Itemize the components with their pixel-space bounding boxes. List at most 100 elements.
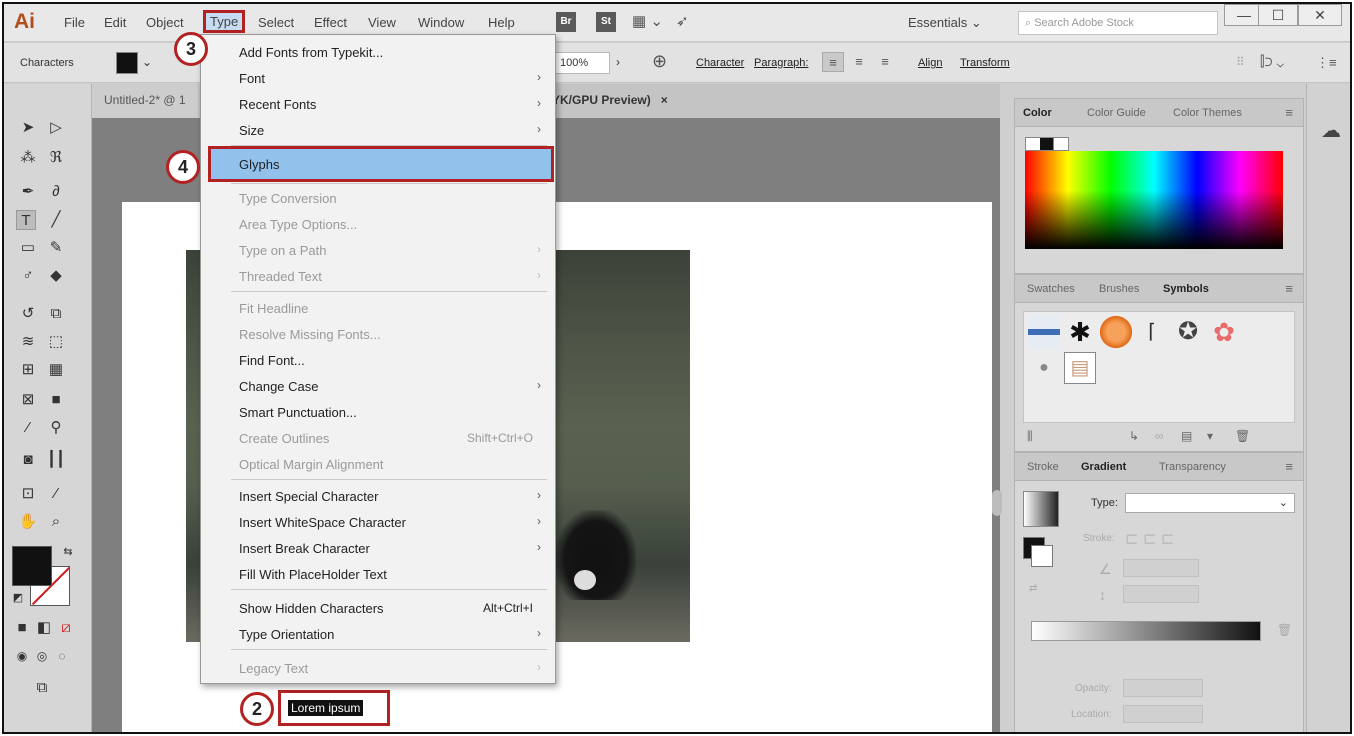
perspective-grid-tool-icon[interactable]: ▦ bbox=[46, 360, 66, 380]
symbol-wreath[interactable]: ✪ bbox=[1172, 316, 1204, 348]
selection-tool-icon[interactable]: ➤ bbox=[18, 118, 38, 138]
delete-symbol-icon[interactable]: 🗑 bbox=[1235, 429, 1250, 443]
menu-edit[interactable]: Edit bbox=[104, 15, 126, 30]
rectangle-tool-icon[interactable]: ▭ bbox=[18, 238, 38, 258]
character-link[interactable]: Character bbox=[696, 57, 744, 69]
type-tool-icon[interactable]: T bbox=[16, 210, 36, 230]
break-link-icon[interactable]: ∞ bbox=[1155, 429, 1164, 443]
menu-item-size[interactable]: Size › bbox=[201, 117, 555, 143]
menu-help[interactable]: Help bbox=[488, 15, 515, 30]
default-fill-stroke-icon[interactable]: ◩ bbox=[8, 588, 28, 608]
symbol-orange-button[interactable] bbox=[1100, 316, 1132, 348]
document-tab-active[interactable]: YK/GPU Preview) × bbox=[552, 84, 668, 118]
maximize-button[interactable]: ☐ bbox=[1258, 4, 1298, 26]
menu-item-show-hidden-characters[interactable]: Show Hidden Characters Alt+Ctrl+I bbox=[201, 595, 555, 621]
slice-tool-icon[interactable]: ⁄ bbox=[46, 484, 66, 504]
color-panel-menu-icon[interactable]: ≡ bbox=[1285, 105, 1293, 120]
gradient-type-select[interactable]: ⌄ bbox=[1125, 493, 1295, 513]
swap-fill-stroke-icon[interactable]: ⇆ bbox=[58, 542, 78, 562]
stock-button[interactable]: St bbox=[596, 12, 616, 32]
menu-object[interactable]: Object bbox=[146, 15, 184, 30]
zoom-tool-icon[interactable]: ⌕ bbox=[46, 512, 66, 532]
close-button[interactable]: ✕ bbox=[1298, 4, 1342, 26]
transform-link[interactable]: Transform bbox=[960, 57, 1010, 69]
symbol-libraries-icon[interactable]: ⫼ bbox=[1027, 429, 1033, 444]
tab-swatches[interactable]: Swatches bbox=[1027, 283, 1075, 295]
zoom-field[interactable]: 100% bbox=[554, 52, 610, 74]
line-tool-icon[interactable]: ╱ bbox=[46, 210, 66, 230]
document-tab[interactable]: Untitled-2* @ 1 bbox=[92, 84, 198, 118]
globe-icon[interactable]: ⊕ bbox=[652, 51, 667, 72]
symbol-options-icon[interactable]: ▤ bbox=[1181, 429, 1192, 443]
color-mode-icon[interactable]: ■ bbox=[12, 618, 32, 638]
gpu-performance-icon[interactable]: ➶ bbox=[676, 12, 689, 30]
menu-view[interactable]: View bbox=[368, 15, 396, 30]
menu-item-find-font[interactable]: Find Font... bbox=[201, 347, 555, 373]
blend-tool-icon[interactable]: ⚲ bbox=[46, 418, 66, 438]
tab-brushes[interactable]: Brushes bbox=[1099, 283, 1139, 295]
stock-search-input[interactable]: ⌕ Search Adobe Stock bbox=[1018, 11, 1218, 35]
symbol-flower[interactable]: ✿ bbox=[1208, 316, 1240, 348]
symbol-cake[interactable]: ▤ bbox=[1064, 352, 1096, 384]
menu-window[interactable]: Window bbox=[418, 15, 464, 30]
symbols-panel-menu-icon[interactable]: ≡ bbox=[1285, 281, 1293, 296]
eyedropper-tool-icon[interactable]: ⁄ bbox=[18, 418, 38, 438]
menu-item-insert-whitespace-character[interactable]: Insert WhiteSpace Character › bbox=[201, 509, 555, 535]
draw-behind-icon[interactable]: ◎ bbox=[32, 646, 52, 666]
menu-select[interactable]: Select bbox=[258, 15, 294, 30]
rotate-tool-icon[interactable]: ↺ bbox=[18, 304, 38, 324]
gradient-tool-icon[interactable]: ■ bbox=[46, 390, 66, 410]
artboard-tool-icon[interactable]: ⊡ bbox=[18, 484, 38, 504]
place-symbol-icon[interactable]: ↳ bbox=[1129, 429, 1139, 443]
tab-gradient[interactable]: Gradient bbox=[1081, 461, 1126, 473]
align-left-icon[interactable]: ≡ bbox=[822, 52, 844, 72]
free-transform-tool-icon[interactable]: ⬚ bbox=[46, 332, 66, 352]
menu-effect[interactable]: Effect bbox=[314, 15, 347, 30]
tab-color-themes[interactable]: Color Themes bbox=[1173, 107, 1242, 119]
align-center-icon[interactable]: ≡ bbox=[848, 52, 870, 72]
menu-type[interactable]: Type bbox=[202, 10, 246, 33]
magic-wand-tool-icon[interactable]: ⁂ bbox=[18, 148, 38, 168]
arrange-documents-icon[interactable]: ▦ ⌄ bbox=[632, 12, 663, 30]
menu-item-change-case[interactable]: Change Case › bbox=[201, 373, 555, 399]
warp-tool-icon[interactable]: ≋ bbox=[18, 332, 38, 352]
menu-item-insert-break-character[interactable]: Insert Break Character › bbox=[201, 535, 555, 561]
mesh-tool-icon[interactable]: ⊠ bbox=[18, 390, 38, 410]
new-symbol-icon[interactable]: ▾ bbox=[1207, 429, 1213, 443]
draw-inside-icon[interactable]: ◌ bbox=[52, 646, 72, 666]
panel-menu-icon[interactable]: ⋮≡ bbox=[1316, 55, 1337, 71]
libraries-icon[interactable]: ☁ bbox=[1321, 118, 1341, 143]
eraser-tool-icon[interactable]: ◆ bbox=[46, 266, 66, 286]
workspace-switcher[interactable]: Essentials ⌄ bbox=[908, 15, 982, 31]
scale-tool-icon[interactable]: ⧉ bbox=[46, 304, 66, 324]
tab-stroke[interactable]: Stroke bbox=[1027, 461, 1059, 473]
direct-selection-tool-icon[interactable]: ▷ bbox=[46, 118, 66, 138]
gradient-stroke-swatch[interactable] bbox=[1031, 545, 1053, 567]
tab-color[interactable]: Color bbox=[1023, 107, 1052, 119]
tab-transparency[interactable]: Transparency bbox=[1159, 461, 1226, 473]
paintbrush-tool-icon[interactable]: ✎ bbox=[46, 238, 66, 258]
curvature-tool-icon[interactable]: ∂ bbox=[46, 182, 66, 202]
bridge-button[interactable]: Br bbox=[556, 12, 576, 32]
isolate-icon[interactable]: ⫿⊃ ⌄ bbox=[1260, 53, 1284, 70]
hand-tool-icon[interactable]: ✋ bbox=[18, 512, 38, 532]
gradient-mode-icon[interactable]: ◧ bbox=[34, 618, 54, 638]
tab-symbols[interactable]: Symbols bbox=[1163, 283, 1209, 295]
align-right-icon[interactable]: ≡ bbox=[874, 52, 896, 72]
pen-tool-icon[interactable]: ✒ bbox=[18, 182, 38, 202]
symbol-brush-stroke[interactable]: ⌈ bbox=[1136, 316, 1168, 348]
menu-item-type-orientation[interactable]: Type Orientation › bbox=[201, 621, 555, 647]
symbol-splat[interactable]: ✱ bbox=[1064, 316, 1096, 348]
gradient-thumbnail[interactable] bbox=[1023, 491, 1059, 527]
menu-item-smart-punctuation[interactable]: Smart Punctuation... bbox=[201, 399, 555, 425]
gradient-slider[interactable] bbox=[1031, 621, 1261, 641]
draw-normal-icon[interactable]: ◉ bbox=[12, 646, 32, 666]
tab-color-guide[interactable]: Color Guide bbox=[1087, 107, 1146, 119]
none-mode-icon[interactable]: ⧄ bbox=[56, 618, 76, 638]
align-link[interactable]: Align bbox=[918, 57, 942, 69]
menu-item-fill-placeholder-text[interactable]: Fill With PlaceHolder Text bbox=[201, 561, 555, 587]
scrollbar-thumb[interactable] bbox=[992, 490, 1002, 516]
lasso-tool-icon[interactable]: ℜ bbox=[46, 148, 66, 168]
chevron-down-icon[interactable]: ⌄ bbox=[142, 55, 152, 69]
color-spectrum[interactable] bbox=[1025, 151, 1283, 249]
